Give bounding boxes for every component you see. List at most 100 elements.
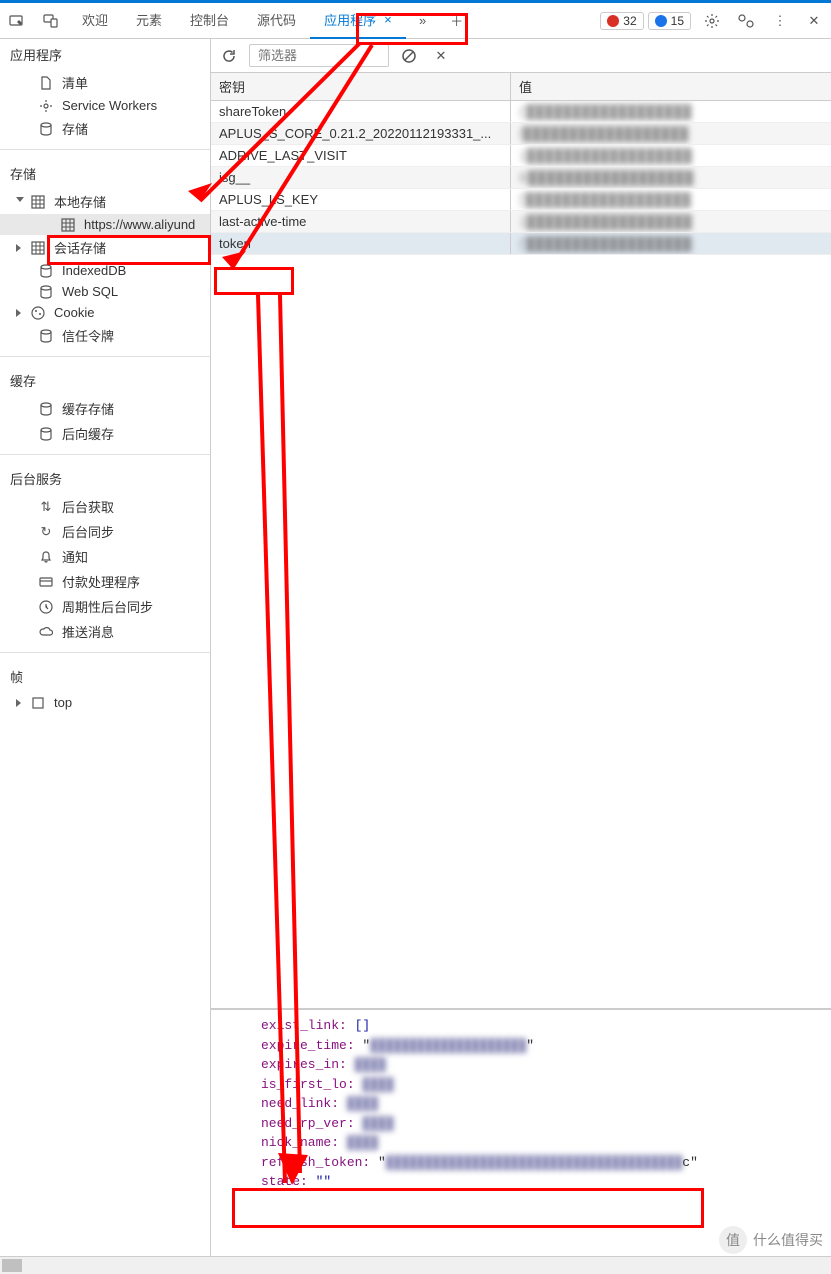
cell-key: shareToken [211, 101, 511, 122]
sidebar-item-trust-tokens[interactable]: 信任令牌 [0, 323, 210, 348]
section-cache: 缓存 [0, 365, 210, 396]
sidebar-item-periodic[interactable]: 周期性后台同步 [0, 594, 210, 619]
gear-icon [38, 99, 54, 113]
table-row[interactable]: APLUS_LS_KEY['██████████████████ [211, 189, 831, 211]
grid-icon [30, 195, 46, 209]
sidebar-item-service-workers[interactable]: Service Workers [0, 95, 210, 116]
sidebar-item-notifications[interactable]: 通知 [0, 544, 210, 569]
table-row[interactable]: APLUS_S_CORE_0.21.2_20220112193331_.../█… [211, 123, 831, 145]
storage-table: 密钥 值 shareToken{'██████████████████APLUS… [211, 73, 831, 1009]
cell-value: /██████████████████ [511, 123, 831, 144]
sidebar-item-session-storage[interactable]: 会话存储 [0, 235, 210, 260]
add-tab-icon[interactable]: ＋ [440, 3, 474, 39]
clear-all-button[interactable] [397, 44, 421, 68]
section-storage: 存储 [0, 158, 210, 189]
sidebar-item-top-frame[interactable]: top [0, 692, 210, 713]
sidebar-item-manifest[interactable]: 清单 [0, 70, 210, 95]
refresh-icon: ↻ [38, 524, 54, 540]
database-icon [38, 402, 54, 416]
column-header-key[interactable]: 密钥 [211, 73, 511, 100]
detail-line: nick_name: ████ [261, 1133, 821, 1153]
close-devtools-icon[interactable]: ✕ [797, 3, 831, 39]
sidebar-item-bg-fetch[interactable]: ⇅后台获取 [0, 494, 210, 519]
tab-application-label: 应用程序 [324, 10, 376, 29]
cookie-icon [30, 306, 46, 320]
table-row[interactable]: token{'██████████████████ [211, 233, 831, 255]
detail-line: refresh_token: "████████████████████████… [261, 1153, 821, 1173]
device-toolbar-icon[interactable] [34, 3, 68, 39]
refresh-button[interactable] [217, 44, 241, 68]
inspect-icon[interactable] [0, 3, 34, 39]
detail-line: expire_time: "████████████████████" [261, 1036, 821, 1056]
database-icon [38, 285, 54, 299]
tab-sources[interactable]: 源代码 [243, 3, 310, 39]
tab-welcome[interactable]: 欢迎 [68, 3, 122, 39]
table-row[interactable]: shareToken{'██████████████████ [211, 101, 831, 123]
settings-gear-icon[interactable] [695, 3, 729, 39]
chevron-down-icon [16, 197, 24, 206]
cell-value: 1██████████████████ [511, 145, 831, 166]
database-icon [38, 122, 54, 136]
table-row[interactable]: ADRIVE_LAST_VISIT1██████████████████ [211, 145, 831, 167]
grid-icon [60, 218, 76, 232]
detail-line: need_rp_ver: ████ [261, 1114, 821, 1134]
sidebar-item-local-storage[interactable]: 本地存储 [0, 189, 210, 214]
chevron-right-icon [16, 309, 21, 317]
card-icon [38, 575, 54, 589]
sidebar-item-local-storage-host[interactable]: https://www.aliyund [0, 214, 210, 235]
tab-application[interactable]: 应用程序 × [310, 3, 406, 39]
table-row[interactable]: last-active-time1██████████████████ [211, 211, 831, 233]
more-tabs-icon[interactable]: » [406, 3, 440, 39]
frame-icon [30, 696, 46, 710]
filter-input[interactable] [249, 44, 389, 67]
delete-button[interactable]: ✕ [429, 44, 453, 68]
database-icon [38, 264, 54, 278]
sidebar-item-storage-root[interactable]: 存储 [0, 116, 210, 141]
cell-value: {'██████████████████ [511, 233, 831, 254]
errors-badge[interactable]: 32 [600, 12, 643, 30]
cell-value: 1██████████████████ [511, 211, 831, 232]
tab-elements[interactable]: 元素 [122, 3, 176, 39]
sidebar-item-cache-storage[interactable]: 缓存存储 [0, 396, 210, 421]
cell-key: isg__ [211, 167, 511, 188]
tab-close-icon[interactable]: × [384, 12, 392, 27]
sidebar-item-push[interactable]: 推送消息 [0, 619, 210, 644]
horizontal-scrollbar[interactable] [0, 1256, 831, 1274]
column-header-value[interactable]: 值 [511, 73, 831, 100]
sync-icon: ⇅ [38, 499, 54, 515]
sidebar-item-bg-sync[interactable]: ↻后台同步 [0, 519, 210, 544]
tab-console[interactable]: 控制台 [176, 3, 243, 39]
cell-key: ADRIVE_LAST_VISIT [211, 145, 511, 166]
document-icon [38, 76, 54, 90]
cell-key: APLUS_LS_KEY [211, 189, 511, 210]
storage-content: ✕ 密钥 值 shareToken{'██████████████████APL… [211, 39, 831, 1274]
detail-line: need_link: ████ [261, 1094, 821, 1114]
database-icon [38, 427, 54, 441]
kebab-menu-icon[interactable]: ⋮ [763, 3, 797, 39]
sidebar-item-websql[interactable]: Web SQL [0, 281, 210, 302]
cell-value: {'██████████████████ [511, 101, 831, 122]
cell-value: ['██████████████████ [511, 189, 831, 210]
sidebar-item-cookie[interactable]: Cookie [0, 302, 210, 323]
detail-line: state: "" [261, 1172, 821, 1192]
sidebar-item-back-forward-cache[interactable]: 后向缓存 [0, 421, 210, 446]
cell-key: last-active-time [211, 211, 511, 232]
experiments-icon[interactable] [729, 3, 763, 39]
detail-line: expires_in: ████ [261, 1055, 821, 1075]
section-background-services: 后台服务 [0, 463, 210, 494]
section-application: 应用程序 [0, 39, 210, 70]
cell-key: token [211, 233, 511, 254]
application-sidebar: 应用程序 清单 Service Workers 存储 存储 本地存储 https… [0, 39, 211, 1274]
grid-icon [30, 241, 46, 255]
section-frames: 帧 [0, 661, 210, 692]
cell-value: B██████████████████ [511, 167, 831, 188]
watermark-logo-icon: 值 [719, 1226, 747, 1254]
warnings-badge[interactable]: 15 [648, 12, 691, 30]
storage-toolbar: ✕ [211, 39, 831, 73]
sidebar-item-payment[interactable]: 付款处理程序 [0, 569, 210, 594]
table-row[interactable]: isg__B██████████████████ [211, 167, 831, 189]
cloud-icon [38, 625, 54, 639]
bell-icon [38, 550, 54, 564]
devtools-tabbar: 欢迎 元素 控制台 源代码 应用程序 × » ＋ 32 15 ⋮ ✕ [0, 3, 831, 39]
sidebar-item-indexeddb[interactable]: IndexedDB [0, 260, 210, 281]
